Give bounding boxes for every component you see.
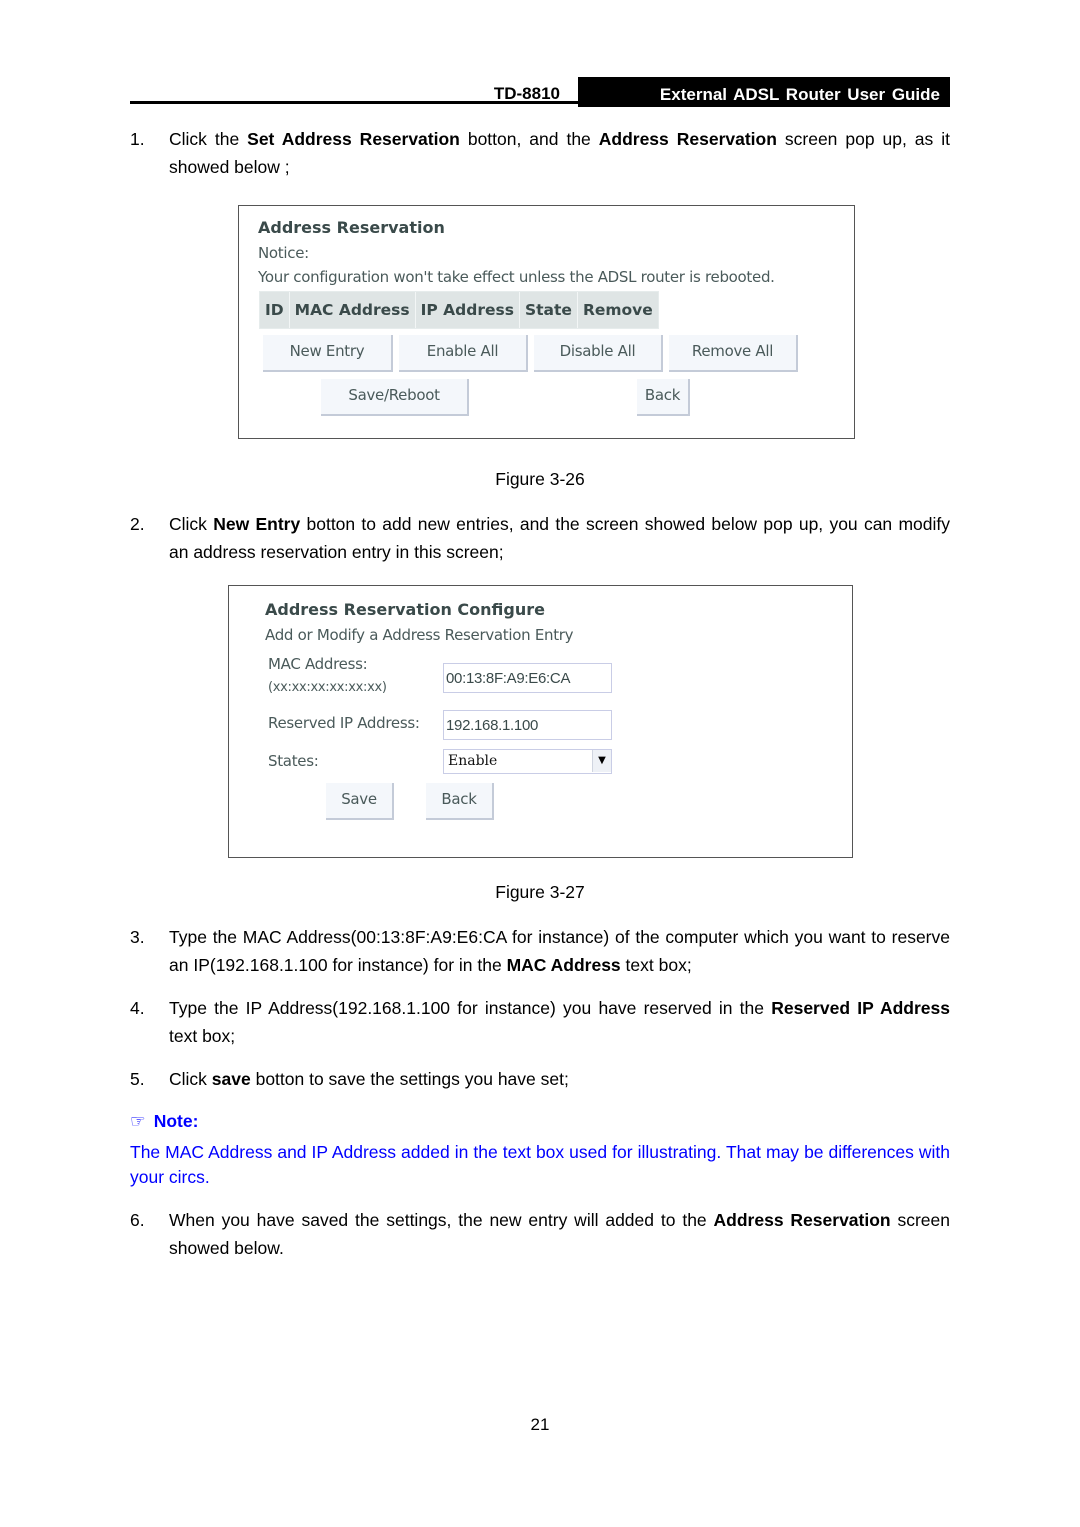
mac-format-hint: (xx:xx:xx:xx:xx:xx) bbox=[268, 680, 387, 695]
enable-all-button[interactable]: Enable All bbox=[399, 335, 528, 372]
back-button[interactable]: Back bbox=[426, 783, 494, 820]
col-remove: Remove bbox=[582, 301, 653, 319]
page-number: 21 bbox=[530, 1415, 550, 1434]
notice-text: Your configuration won't take effect unl… bbox=[258, 268, 775, 286]
states-label: States: bbox=[268, 752, 319, 770]
col-state: State bbox=[520, 292, 578, 328]
step-2: 2. Click New Entry botton to add new ent… bbox=[130, 514, 950, 562]
screen-title: Address Reservation Configure bbox=[265, 600, 545, 619]
col-ip-address: IP Address bbox=[416, 292, 520, 328]
pointing-hand-icon: ☞ bbox=[130, 1111, 146, 1131]
page-header: TD-8810 External ADSL Router User Guide bbox=[130, 77, 950, 107]
note-text: The MAC Address and IP Address added in … bbox=[130, 1142, 950, 1187]
col-id: ID bbox=[260, 292, 290, 328]
address-reservation-configure-screen: Address Reservation Configure Add or Mod… bbox=[228, 585, 853, 858]
figure-caption-26: Figure 3-26 bbox=[495, 469, 585, 489]
states-select[interactable]: Enable ▼ bbox=[443, 749, 612, 774]
address-reservation-screen: Address Reservation Notice: Your configu… bbox=[238, 205, 855, 439]
remove-all-button[interactable]: Remove All bbox=[669, 335, 798, 372]
step-6: 6. When you have saved the settings, the… bbox=[130, 1210, 950, 1258]
step-1: 1. Click the Set Address Reservation bot… bbox=[130, 129, 950, 177]
step-5: 5. Click save botton to save the setting… bbox=[130, 1069, 569, 1089]
chevron-down-icon[interactable]: ▼ bbox=[592, 750, 611, 772]
reserved-ip-input[interactable] bbox=[443, 710, 612, 740]
model-name: TD-8810 bbox=[130, 77, 578, 104]
new-entry-button[interactable]: New Entry bbox=[263, 335, 393, 372]
screen-title: Address Reservation bbox=[258, 218, 445, 237]
back-button[interactable]: Back bbox=[637, 379, 690, 416]
notice-label: Notice: bbox=[258, 244, 309, 262]
screen-subtitle: Add or Modify a Address Reservation Entr… bbox=[265, 626, 574, 644]
save-reboot-button[interactable]: Save/Reboot bbox=[321, 379, 469, 416]
col-mac-address: MAC Address bbox=[290, 292, 416, 328]
reservation-table-header: ID MAC Address IP Address State Remove bbox=[259, 291, 659, 329]
figure-caption-27: Figure 3-27 bbox=[495, 882, 585, 902]
states-selected-value: Enable bbox=[448, 753, 498, 769]
note-heading: ☞ Note: bbox=[130, 1111, 199, 1131]
guide-title: External ADSL Router User Guide bbox=[578, 77, 950, 107]
step-3: 3. Type the MAC Address(00:13:8F:A9:E6:C… bbox=[130, 927, 950, 975]
mac-address-input[interactable] bbox=[443, 663, 612, 693]
disable-all-button[interactable]: Disable All bbox=[534, 335, 663, 372]
mac-address-label: MAC Address: bbox=[268, 655, 368, 673]
reserved-ip-label: Reserved IP Address: bbox=[268, 714, 420, 732]
step-4: 4. Type the IP Address(192.168.1.100 for… bbox=[130, 998, 950, 1046]
save-button[interactable]: Save bbox=[326, 783, 394, 820]
